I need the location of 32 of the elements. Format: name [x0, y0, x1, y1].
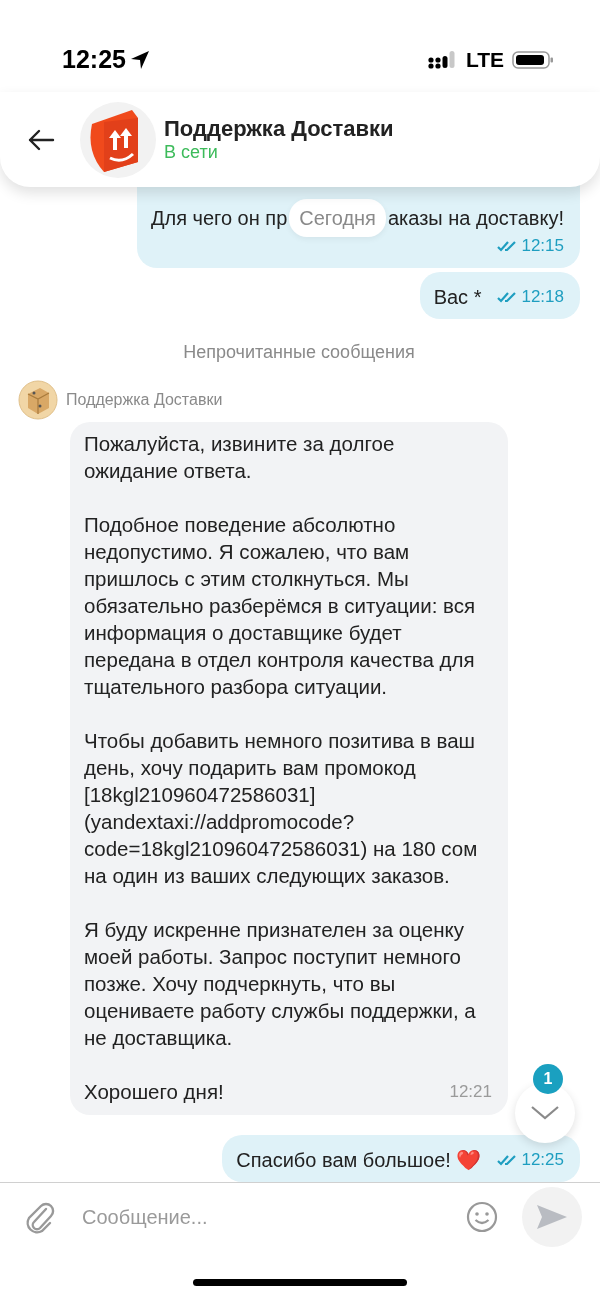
message-text: Пожалуйста, извините за долгое ожидание ответа.	[84, 431, 396, 484]
message-text: Я буду искренне признателен за оценку моей работы. Запрос поступит немного позже. Хочу подчеркнуть, что вы оцениваете работу службы поддержки, а не доставщика.	[84, 917, 477, 1051]
message-input[interactable]: Сообщение...	[80, 1200, 466, 1233]
date-label: Сегодня	[289, 199, 386, 237]
box-avatar-icon	[80, 101, 156, 178]
sender-name: Поддержка Доставки	[66, 390, 223, 410]
message-time: 12:18	[521, 286, 564, 308]
message-time: 12:15	[521, 235, 564, 257]
message-text: Чтобы добавить немного позитива в ваш день, хочу подарить вам промокод [18kgl210960472586031](yandextaxi://addpromocode?code=18kgl210960472586031) на 180 сом на один из ваших следующих заказов.	[84, 728, 479, 889]
message-time: 12:21	[449, 1081, 492, 1103]
message-text: Спасибо вам большое! ❤	[236, 1148, 482, 1173]
message-text: Хорошего дня!	[84, 1079, 224, 1105]
location-arrow-icon	[129, 50, 150, 70]
chevron-down-icon	[530, 1104, 560, 1122]
unread-divider-label: Непрочитанные сообщения	[182, 341, 416, 364]
battery-icon	[512, 50, 554, 70]
message-text: аказы на доставку!	[387, 207, 564, 229]
back-arrow-icon	[26, 127, 56, 152]
message-text: Вас *	[433, 285, 482, 310]
back-button[interactable]	[26, 127, 56, 152]
unread-count-badge: 1	[533, 1064, 563, 1094]
clock-time: 12:25	[62, 44, 126, 76]
send-icon	[536, 1202, 568, 1231]
signal-icon	[427, 50, 458, 70]
message-time: 12:25	[521, 1149, 564, 1171]
emoji-icon[interactable]	[466, 1200, 498, 1233]
chat-title: Поддержка Доставки	[164, 116, 394, 143]
online-status: В сети	[164, 142, 219, 163]
message-text: Подобное поведение абсолютно недопустимо. Я сожалею, что вам пришлось с этим столкнуться. Мы обязательно разберёмся в ситуации: вся информация о доставщике будет передана в отдел контроля качества для тщательного разбора ситуации.	[84, 512, 477, 700]
message-text: Для чего он пр	[150, 207, 288, 229]
box-avatar-icon	[18, 380, 58, 420]
network-label: LTE	[465, 47, 504, 74]
